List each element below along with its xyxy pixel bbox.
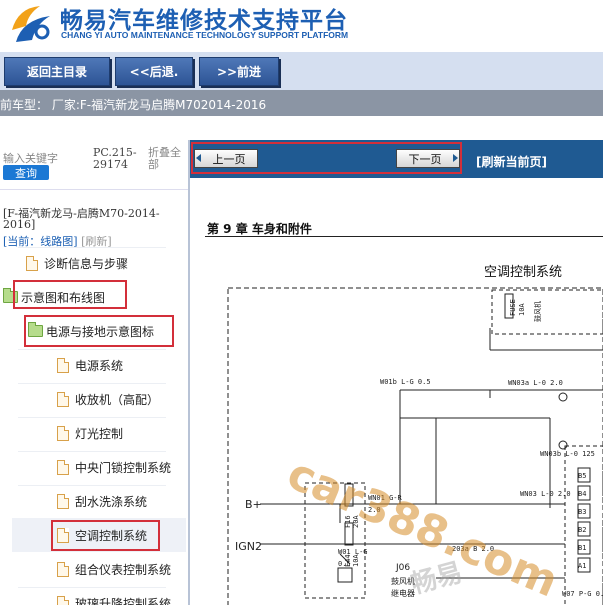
refresh-page-link[interactable]: [刷新当前页]	[476, 153, 547, 170]
pc-code: PC.215-29174	[93, 146, 137, 171]
row-separator	[18, 417, 166, 418]
app-window: 畅易汽车维修技术支持平台 CHANG YI AUTO MAINTENANCE T…	[0, 0, 603, 605]
row-separator	[18, 451, 166, 452]
arrow-left-icon	[196, 154, 201, 162]
svg-text:WN03b L-0 125: WN03b L-0 125	[540, 450, 595, 458]
row-separator	[18, 485, 166, 486]
changyi-logo-icon	[12, 6, 50, 42]
document-icon	[57, 595, 69, 605]
tree-item-diagnostic[interactable]: 诊断信息与步骤	[26, 252, 128, 274]
document-icon	[26, 255, 38, 271]
svg-text:B5: B5	[578, 472, 586, 480]
search-area: 输入关键字 查询 PC.215-29174 折叠全部	[0, 140, 188, 190]
vehicle-info-bar: 前车型： 厂家:F-福汽新龙马启腾M702014-2016	[0, 90, 603, 116]
tree-item-lighting[interactable]: 灯光控制	[57, 422, 123, 444]
vehicle-info-text: 前车型： 厂家:F-福汽新龙马启腾M702014-2016	[0, 98, 267, 112]
svg-text:WN03 L-0 2.0: WN03 L-0 2.0	[520, 490, 571, 498]
site-header: 畅易汽车维修技术支持平台 CHANG YI AUTO MAINTENANCE T…	[0, 0, 603, 52]
svg-text:B+: B+	[245, 498, 262, 511]
svg-text:W01b L-G 0.5: W01b L-G 0.5	[380, 378, 431, 386]
tree-item-label: 中央门锁控制系统	[75, 460, 172, 475]
svg-text:10A: 10A	[352, 554, 360, 567]
tree-item-radio[interactable]: 收放机（高配）	[57, 388, 159, 410]
row-separator	[18, 383, 166, 384]
divider	[0, 189, 188, 190]
svg-text:IGN2: IGN2	[235, 540, 262, 553]
document-icon	[57, 425, 69, 441]
svg-text:B1: B1	[578, 544, 586, 552]
tree-item-power-system[interactable]: 电源系统	[57, 354, 123, 376]
svg-text:FUSE: FUSE	[509, 299, 517, 316]
content-panel: 上一页 下一页 [刷新当前页] 第 9 章 车身和附件 空调控制系统 W01b …	[190, 140, 603, 605]
next-page-label: 下一页	[408, 152, 442, 166]
document-icon	[57, 561, 69, 577]
home-button[interactable]: 返回主目录	[4, 57, 110, 86]
sidebar: 输入关键字 查询 PC.215-29174 折叠全部 [F-福汽新龙马-启腾M7…	[0, 140, 190, 605]
document-icon	[57, 459, 69, 475]
row-separator	[18, 349, 166, 350]
page-toolbar: 上一页 下一页 [刷新当前页]	[190, 140, 603, 178]
svg-text:F44: F44	[344, 554, 352, 567]
tree-item-label: 组合仪表控制系统	[75, 562, 172, 577]
document-page: 第 9 章 车身和附件 空调控制系统 W01b L-G 0.5 WN03a L-…	[190, 178, 603, 605]
back-button[interactable]: <<后退.	[115, 57, 193, 86]
svg-text:A1: A1	[578, 562, 586, 570]
tree-item-label: 玻璃升降控制系统	[75, 596, 172, 605]
nav-bar: 返回主目录 <<后退. >>前进	[0, 52, 603, 90]
arrow-right-icon	[453, 154, 458, 162]
svg-text:WN03a L-0 2.0: WN03a L-0 2.0	[508, 379, 563, 387]
svg-text:W07 P-G 0.5: W07 P-G 0.5	[562, 590, 603, 598]
tree-item-label: 电源系统	[75, 358, 124, 373]
collapse-all-link[interactable]: 折叠全部	[148, 147, 188, 171]
document-icon	[57, 357, 69, 373]
tree-item-wiper[interactable]: 刮水洗涤系统	[57, 490, 147, 512]
svg-text:B3: B3	[578, 508, 586, 516]
forward-button[interactable]: >>前进	[199, 57, 279, 86]
svg-text:B4: B4	[578, 490, 586, 498]
tree-item-instrument-cluster[interactable]: 组合仪表控制系统	[57, 558, 171, 580]
tree-item-central-lock[interactable]: 中央门锁控制系统	[57, 456, 171, 478]
svg-text:B2: B2	[578, 526, 586, 534]
tree-item-window-lift[interactable]: 玻璃升降控制系统	[57, 592, 171, 605]
svg-text:继电器: 继电器	[391, 588, 415, 598]
query-button[interactable]: 查询	[3, 165, 49, 180]
prev-page-button[interactable]: 上一页	[194, 149, 258, 168]
tree-item-label: 收放机（高配）	[75, 392, 160, 407]
next-page-button[interactable]: 下一页	[396, 149, 460, 168]
highlight-box	[24, 315, 174, 347]
highlight-box	[51, 520, 160, 551]
tree-item-label: 灯光控制	[75, 426, 124, 441]
svg-text:10A: 10A	[518, 303, 526, 316]
prev-page-label: 上一页	[212, 152, 246, 166]
highlight-box	[13, 280, 127, 309]
tree-item-label: 诊断信息与步骤	[44, 256, 129, 271]
row-separator	[18, 587, 166, 588]
tree-item-label: 刮水洗涤系统	[75, 494, 148, 509]
document-icon	[57, 391, 69, 407]
document-icon	[57, 493, 69, 509]
svg-text:鼓风机: 鼓风机	[533, 301, 542, 322]
row-separator	[18, 247, 166, 248]
spacer	[0, 116, 603, 140]
vehicle-path: [F-福汽新龙马-启腾M70-2014-2016]	[3, 207, 160, 231]
site-subtitle: CHANG YI AUTO MAINTENANCE TECHNOLOGY SUP…	[61, 30, 349, 40]
